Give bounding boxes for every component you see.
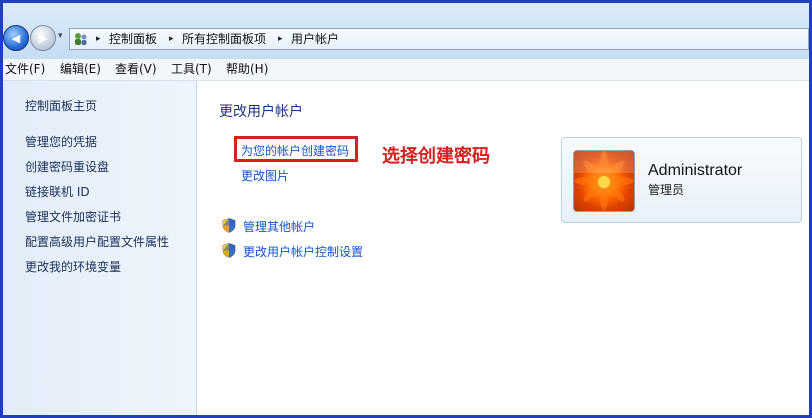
uac-settings-link[interactable]: 更改用户帐户控制设置 — [243, 245, 363, 259]
manage-other-accounts-link[interactable]: 管理其他帐户 — [243, 220, 315, 234]
account-role: 管理员 — [648, 183, 685, 197]
account-card: Administrator 管理员 — [561, 137, 802, 223]
menu-bar: 文件(F) 编辑(E) 查看(V) 工具(T) 帮助(H) — [3, 59, 809, 81]
menu-tools[interactable]: 工具(T) — [171, 62, 212, 76]
menu-file[interactable]: 文件(F) — [5, 62, 45, 76]
history-dropdown-icon[interactable]: ▾ — [58, 31, 63, 41]
page-title: 更改用户帐户 — [219, 104, 303, 120]
sidebar-item-home[interactable]: 控制面板主页 — [25, 99, 97, 113]
sidebar-item-reset-disk[interactable]: 创建密码重设盘 — [25, 160, 109, 174]
menu-view[interactable]: 查看(V) — [115, 62, 157, 76]
menu-edit[interactable]: 编辑(E) — [60, 62, 101, 76]
forward-button[interactable]: ▶ — [30, 25, 56, 51]
user-accounts-icon — [75, 33, 87, 45]
sidebar-item-credentials[interactable]: 管理您的凭据 — [25, 135, 97, 149]
breadcrumb-user-accounts[interactable]: 用户帐户 — [291, 32, 339, 46]
window: ◀ ▶ ▾ ▸ 控制面板 ▸ 所有控制面板项 ▸ 用户帐户 文件(F) 编辑(E… — [3, 3, 809, 415]
breadcrumb-separator-icon: ▸ — [278, 34, 283, 44]
main-content: 更改用户帐户 为您的帐户创建密码 更改图片 选择创建密码 管理其他帐户 更改用户… — [197, 81, 809, 415]
uac-shield-icon — [222, 218, 236, 233]
sidebar: 控制面板主页 管理您的凭据 创建密码重设盘 链接联机 ID 管理文件加密证书 配… — [3, 81, 197, 415]
forward-arrow-icon: ▶ — [38, 32, 48, 45]
breadcrumb-separator-icon: ▸ — [96, 34, 101, 44]
sidebar-item-encryption-certs[interactable]: 管理文件加密证书 — [25, 210, 121, 224]
change-picture-link[interactable]: 更改图片 — [241, 169, 289, 183]
breadcrumb-separator-icon: ▸ — [169, 34, 174, 44]
back-button[interactable]: ◀ — [3, 25, 29, 51]
flower-icon — [574, 151, 634, 211]
back-arrow-icon: ◀ — [11, 32, 21, 45]
sidebar-item-profile-properties[interactable]: 配置高级用户配置文件属性 — [25, 235, 169, 249]
breadcrumb-all-items[interactable]: 所有控制面板项 — [182, 32, 266, 46]
address-bar: ◀ ▶ ▾ ▸ 控制面板 ▸ 所有控制面板项 ▸ 用户帐户 — [3, 3, 809, 59]
annotation-text: 选择创建密码 — [382, 146, 490, 167]
create-password-link[interactable]: 为您的帐户创建密码 — [241, 144, 349, 158]
uac-shield-icon — [222, 243, 236, 258]
sidebar-item-environment-vars[interactable]: 更改我的环境变量 — [25, 260, 121, 274]
sidebar-item-online-id[interactable]: 链接联机 ID — [25, 185, 90, 199]
breadcrumb-control-panel[interactable]: 控制面板 — [109, 32, 157, 46]
address-field[interactable]: ▸ 控制面板 ▸ 所有控制面板项 ▸ 用户帐户 — [69, 28, 809, 50]
account-name: Administrator — [648, 162, 743, 179]
menu-help[interactable]: 帮助(H) — [226, 62, 268, 76]
avatar — [573, 150, 635, 212]
